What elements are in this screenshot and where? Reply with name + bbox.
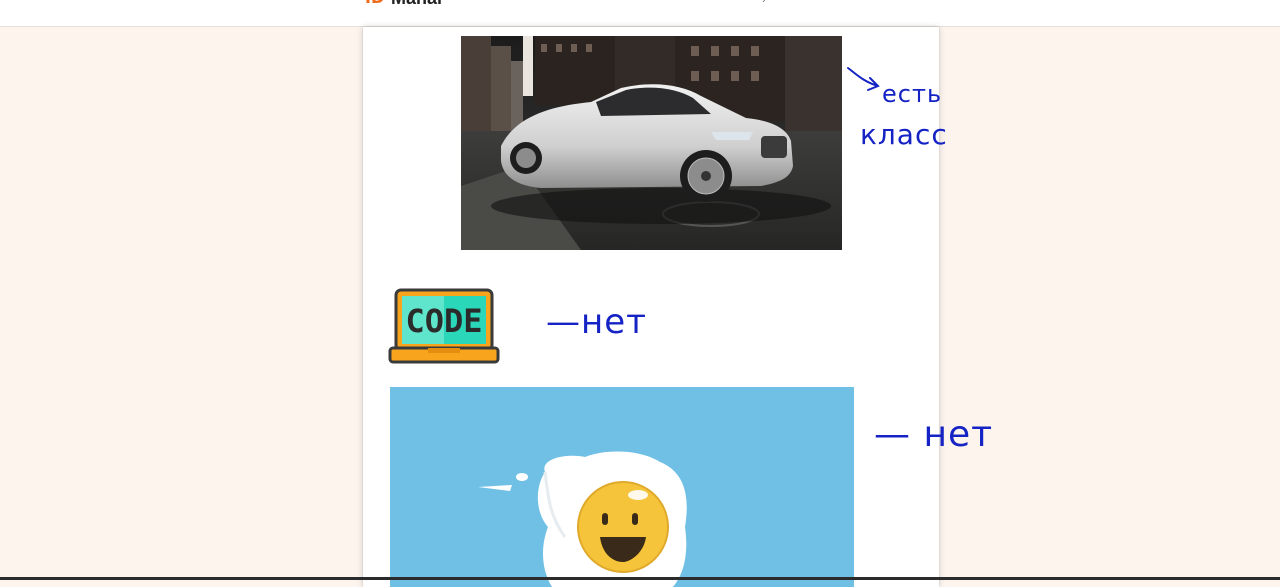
brand-name: Mahal	[391, 0, 442, 8]
chevron-right-icon[interactable]: ›	[762, 0, 766, 6]
egg-illustration	[390, 387, 854, 587]
arrow-right-icon	[847, 67, 880, 91]
code-note: —нет	[546, 302, 647, 342]
laptop-icon: CODE	[388, 288, 500, 364]
brand[interactable]: ID Mahal	[365, 0, 442, 8]
egg-note: — нет	[874, 414, 994, 455]
car-note-line1: есть	[882, 80, 943, 108]
car-illustration	[461, 36, 842, 250]
brand-logo-icon: ID	[365, 0, 384, 6]
car-image	[461, 36, 842, 250]
top-bar: ID Mahal ›	[0, 0, 1280, 27]
car-note-line2: класс	[860, 118, 948, 151]
code-laptop-image: CODE	[388, 288, 500, 366]
egg-image	[390, 387, 854, 587]
code-label: CODE	[405, 302, 482, 340]
